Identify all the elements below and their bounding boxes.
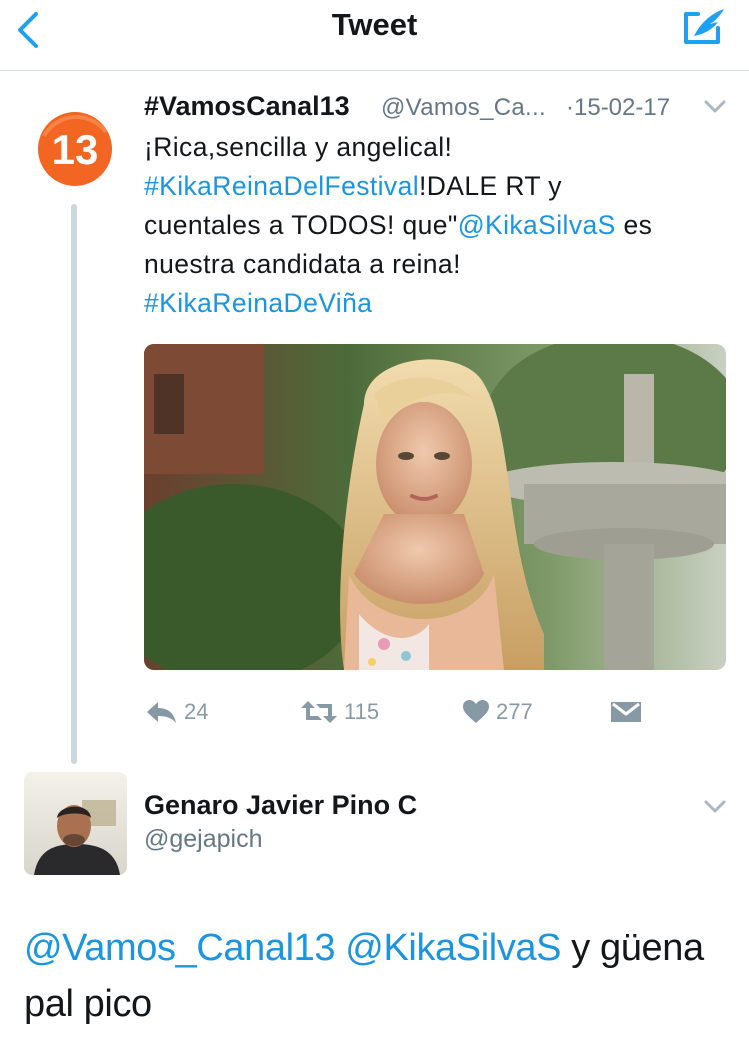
tweet-text-line: nuestra candidata a reina!	[144, 245, 734, 284]
avatar[interactable]	[24, 772, 127, 875]
direct-message-button[interactable]	[610, 694, 642, 730]
reply-text: @Vamos_Canal13 @KikaSilvaS y güena pal p…	[24, 920, 739, 1032]
tweet-photo[interactable]	[144, 344, 726, 670]
chevron-down-icon[interactable]	[704, 100, 726, 114]
compose-icon[interactable]	[682, 6, 728, 46]
page-title: Tweet	[331, 7, 418, 42]
tweet-actions: 24 115 277	[144, 694, 734, 730]
reply-text-segment	[335, 927, 345, 969]
reply-count: 24	[184, 699, 209, 724]
retweet-count: 115	[344, 699, 380, 724]
retweet-button[interactable]: 115	[300, 694, 379, 730]
avatar[interactable]: 13	[24, 98, 126, 200]
tweet-display-name[interactable]: #VamosCanal13	[144, 91, 350, 122]
tweet-text-segment: ¡Rica,sencilla y angelical!	[144, 132, 453, 162]
reply-handle[interactable]: @gejapich	[144, 825, 263, 854]
tweet-date: ·15-02-17	[566, 94, 671, 121]
envelope-icon	[611, 702, 641, 722]
tweet-text-segment: es	[615, 210, 653, 240]
mention-link[interactable]: @Vamos_Canal13	[24, 927, 336, 969]
reply-display-name[interactable]: Genaro Javier Pino C	[144, 790, 417, 821]
tweet-text: ¡Rica,sencilla y angelical! #KikaReinaDel…	[144, 128, 734, 323]
like-button[interactable]: 277	[462, 694, 533, 730]
retweet-icon	[301, 701, 337, 723]
tweet-text-line: cuentales a TODOS! que"@KikaSilvaS es	[144, 206, 734, 245]
hashtag-link[interactable]: #KikaReinaDeViña	[144, 288, 372, 318]
mention-link[interactable]: @KikaSilvaS	[458, 210, 616, 240]
tweet-text-line: #KikaReinaDeViña	[144, 284, 734, 323]
tweet-text-line: #KikaReinaDelFestival!DALE RT y	[144, 167, 734, 206]
reply-button[interactable]: 24	[144, 694, 208, 730]
tweet-text-line: ¡Rica,sencilla y angelical!	[144, 128, 734, 167]
mention-link[interactable]: @KikaSilvaS	[345, 927, 561, 969]
reply-icon	[147, 702, 176, 723]
tweet-text-segment: cuentales a TODOS! que"	[144, 210, 458, 240]
avatar-label: 13	[52, 126, 99, 173]
tweet-text-segment: nuestra candidata a reina!	[144, 249, 461, 279]
thread-line	[71, 204, 77, 764]
like-count: 277	[496, 699, 533, 724]
tweet-handle[interactable]: @Vamos_Ca...	[381, 94, 546, 122]
hashtag-link[interactable]: #KikaReinaDelFestival	[144, 171, 419, 201]
chevron-down-icon[interactable]	[704, 800, 726, 814]
heart-icon	[463, 700, 489, 723]
tweet-text-segment: !DALE RT y	[419, 171, 562, 201]
